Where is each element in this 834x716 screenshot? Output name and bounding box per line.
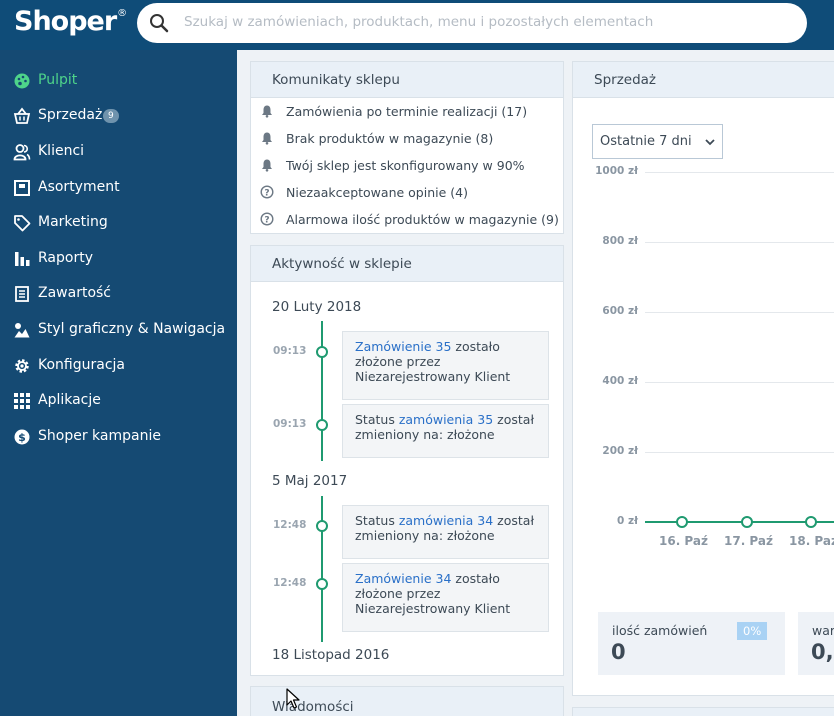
panel-title: Komunikaty sklepu bbox=[272, 72, 400, 88]
orders-value-stat: war 0,0 bbox=[798, 612, 834, 675]
palette-icon bbox=[14, 73, 30, 89]
x-tick-label: 18. Paź bbox=[789, 534, 834, 548]
gear-icon bbox=[15, 359, 29, 373]
next-panel bbox=[572, 707, 834, 716]
dollar-icon: $ bbox=[14, 429, 30, 445]
timeline-line bbox=[321, 496, 323, 642]
order-link[interactable]: Zamówienie 34 bbox=[355, 571, 451, 586]
panel-header: Aktywność w sklepie bbox=[251, 246, 563, 282]
grid-icon bbox=[14, 393, 30, 409]
sidebar-item-zawartosc[interactable]: Zawartość bbox=[0, 277, 237, 311]
sidebar: Pulpit Sprzedaż 9 Klienci Asortyment Mar… bbox=[0, 50, 237, 716]
panel-header: Komunikaty sklepu bbox=[251, 62, 563, 98]
sidebar-item-shoper-kampanie[interactable]: $ Shoper kampanie bbox=[0, 420, 237, 454]
sidebar-item-raporty[interactable]: Raporty bbox=[0, 242, 237, 276]
brush-icon bbox=[14, 323, 30, 338]
svg-text:$: $ bbox=[18, 431, 26, 444]
timeline-dot bbox=[316, 520, 328, 532]
event-time: 09:13 bbox=[273, 418, 307, 430]
panel-title: Sprzedaż bbox=[594, 72, 657, 88]
search-input[interactable]: Szukaj w zamówieniach, produktach, menu … bbox=[137, 3, 807, 43]
panel-title: Aktywność w sklepie bbox=[272, 256, 412, 272]
svg-text:?: ? bbox=[264, 188, 269, 198]
document-icon bbox=[15, 286, 29, 302]
chevron-down-icon bbox=[705, 139, 715, 146]
activity-event-card: Status zamówienia 35 został zmieniony na… bbox=[342, 404, 549, 458]
bell-icon bbox=[262, 159, 272, 172]
search-placeholder: Szukaj w zamówieniach, produktach, menu … bbox=[184, 14, 654, 30]
shop-messages-panel: Komunikaty sklepu Zamówienia po terminie… bbox=[250, 61, 564, 234]
sidebar-item-pulpit[interactable]: Pulpit bbox=[0, 64, 237, 98]
date-range-select[interactable]: Ostatnie 7 dni bbox=[592, 124, 723, 159]
users-icon bbox=[13, 144, 31, 161]
event-time: 09:13 bbox=[273, 345, 307, 357]
orders-count-stat: ilość zamówień 0 0% bbox=[598, 612, 785, 675]
tag-icon bbox=[14, 215, 31, 232]
change-percent-badge: 0% bbox=[737, 622, 768, 640]
activity-date: 5 Maj 2017 bbox=[272, 473, 348, 489]
sidebar-item-styl-graficzny[interactable]: Styl graficzny & Nawigacja bbox=[0, 313, 237, 347]
timeline-line bbox=[321, 321, 323, 461]
top-bar: Shoper® Szukaj w zamówieniach, produktac… bbox=[0, 0, 834, 50]
activity-date: 20 Luty 2018 bbox=[272, 299, 362, 315]
timeline-dot bbox=[316, 419, 328, 431]
sidebar-item-marketing[interactable]: Marketing bbox=[0, 206, 237, 240]
panel-header: Sprzedaż bbox=[573, 62, 834, 98]
question-icon: ? bbox=[260, 185, 274, 199]
timeline-dot bbox=[316, 578, 328, 590]
activity-event-card: Status zamówienia 34 został zmieniony na… bbox=[342, 505, 549, 559]
search-icon bbox=[150, 14, 169, 33]
bar-chart-icon bbox=[15, 252, 30, 266]
mouse-cursor-icon bbox=[286, 688, 300, 709]
orders-count-badge: 9 bbox=[103, 109, 119, 123]
timeline-dot bbox=[316, 346, 328, 358]
bell-icon bbox=[262, 132, 272, 145]
x-tick-label: 17. Paź bbox=[724, 534, 773, 548]
shoper-logo[interactable]: Shoper® bbox=[14, 6, 127, 37]
main-content: Komunikaty sklepu Zamówienia po terminie… bbox=[237, 50, 834, 716]
basket-icon bbox=[13, 107, 31, 124]
sidebar-item-klienci[interactable]: Klienci bbox=[0, 135, 237, 169]
x-tick-label: 16. Paź bbox=[659, 534, 708, 548]
data-point[interactable] bbox=[741, 516, 753, 528]
data-point[interactable] bbox=[805, 516, 817, 528]
order-link[interactable]: zamówienia 34 bbox=[399, 513, 493, 528]
activity-event-card: Zamówienie 34 zostało złożone przez Niez… bbox=[342, 563, 549, 632]
activity-date: 18 Listopad 2016 bbox=[272, 647, 390, 663]
sales-chart: 1000 zł 800 zł 600 zł 400 zł 200 zł 0 zł… bbox=[573, 162, 834, 562]
activity-event-card: Zamówienie 35 zostało złożone przez Niez… bbox=[342, 331, 549, 400]
svg-text:?: ? bbox=[264, 215, 269, 225]
order-link[interactable]: Zamówienie 35 bbox=[355, 339, 451, 354]
event-time: 12:48 bbox=[273, 577, 307, 589]
sales-line-plot bbox=[645, 516, 834, 528]
sales-panel: Sprzedaż Ostatnie 7 dni 1000 zł 800 zł 6… bbox=[572, 61, 834, 696]
event-time: 12:48 bbox=[273, 519, 307, 531]
sidebar-item-aplikacje[interactable]: Aplikacje bbox=[0, 384, 237, 418]
box-icon bbox=[14, 180, 30, 196]
question-icon: ? bbox=[260, 212, 274, 226]
activity-panel: Aktywność w sklepie 20 Luty 2018 09:13 Z… bbox=[250, 245, 564, 676]
order-link[interactable]: zamówienia 35 bbox=[399, 412, 493, 427]
sidebar-item-konfiguracja[interactable]: Konfiguracja bbox=[0, 349, 237, 383]
data-point[interactable] bbox=[676, 516, 688, 528]
bell-icon bbox=[262, 105, 272, 118]
sidebar-item-asortyment[interactable]: Asortyment bbox=[0, 171, 237, 205]
panel-title: Wiadomości bbox=[272, 699, 354, 715]
sidebar-item-sprzedaz[interactable]: Sprzedaż 9 bbox=[0, 99, 237, 133]
